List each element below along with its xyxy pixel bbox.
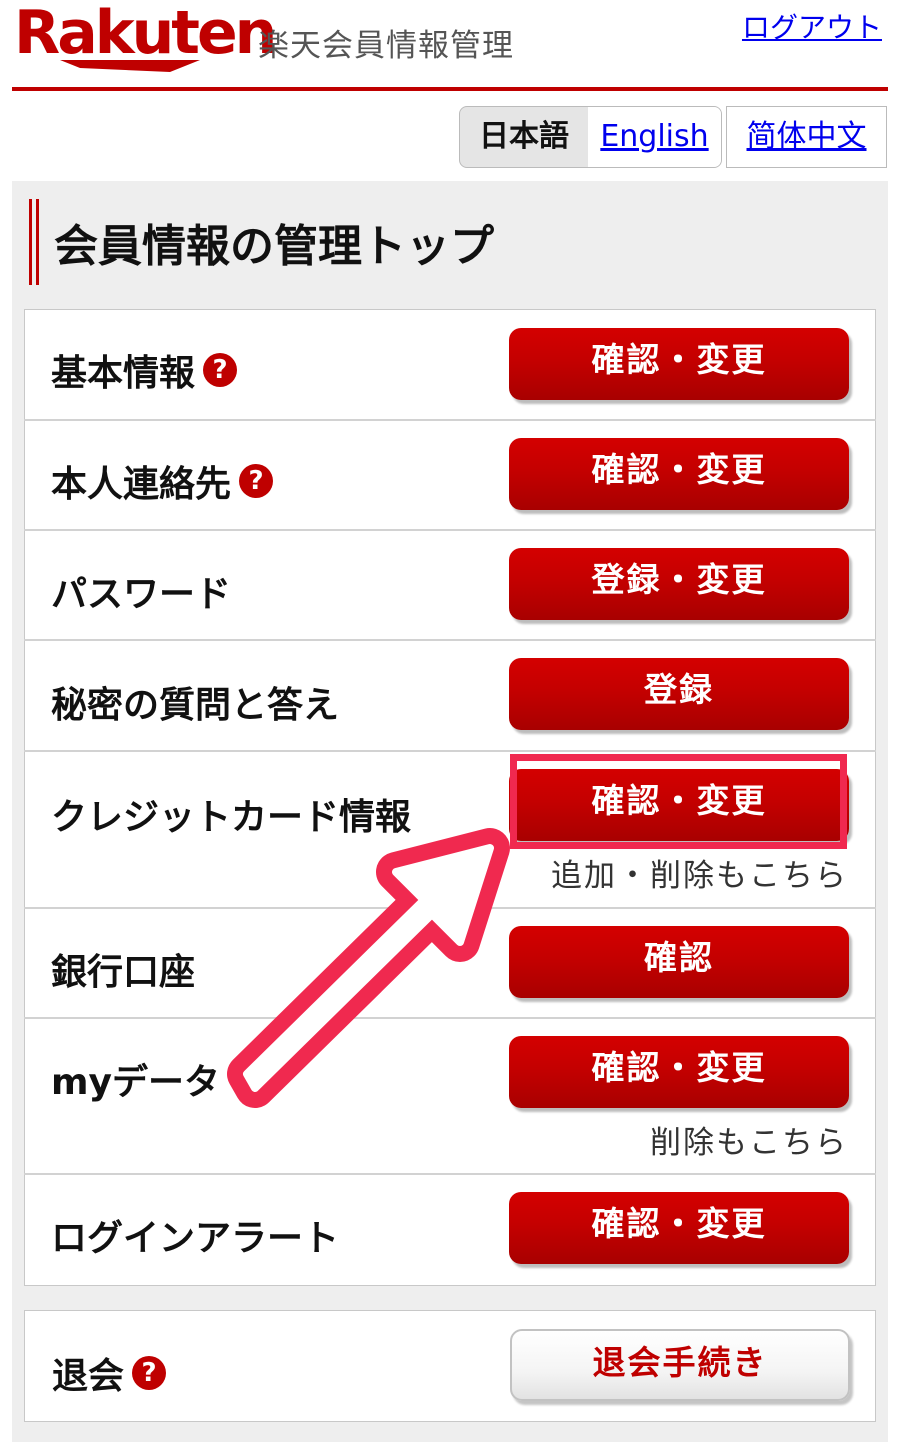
menu-label-bank-account: 銀行口座 [51,952,196,993]
menu-row-bank-account: 銀行口座 確認 [24,909,876,1019]
language-link-chinese[interactable]: 简体中文 [726,106,887,168]
menu-row-label: 本人連絡先 ? [51,455,274,507]
withdraw-procedure-button[interactable]: 退会手続き [510,1329,850,1401]
header-divider [12,87,888,91]
menu-label-my-data: myデータ [51,1062,220,1103]
menu-label-basic-info: 基本情報 [51,353,196,394]
withdraw-section: 退会 ? 退会手続き [24,1310,876,1422]
help-icon[interactable]: ? [203,353,238,387]
menu-row-credit-card: クレジットカード情報 確認・変更 追加・削除もこちら [24,752,876,909]
title-accent-bar [36,199,39,285]
menu-row-secret-question: 秘密の質問と答え 登録 [24,641,876,752]
confirm-change-button-contact[interactable]: 確認・変更 [509,438,849,510]
help-icon[interactable]: ? [239,464,274,498]
withdraw-label: 退会 [52,1356,125,1397]
menu-label-secret-question: 秘密の質問と答え [51,685,340,726]
menu-label-password: パスワード [51,574,232,615]
menu-label-login-alert: ログインアラート [51,1218,340,1259]
logo-swoosh-icon [60,60,200,72]
help-icon[interactable]: ? [132,1356,167,1390]
language-current-japanese: 日本語 [479,119,569,154]
logout-link[interactable]: ログアウト [742,6,882,46]
page-title: 会員情報の管理トップ [54,221,494,272]
site-title: 楽天会員情報管理 [258,28,514,64]
confirm-change-button-basic-info[interactable]: 確認・変更 [509,328,849,400]
confirm-change-button-my-data[interactable]: 確認・変更 [509,1036,849,1108]
confirm-button-bank-account[interactable]: 確認 [509,926,849,998]
withdraw-label-group: 退会 ? [52,1347,167,1399]
my-data-note: 削除もこちら [650,1125,848,1161]
confirm-change-button-login-alert[interactable]: 確認・変更 [509,1192,849,1264]
menu-label-contact: 本人連絡先 [51,464,232,505]
confirm-change-button-credit-card[interactable]: 確認・変更 [509,769,849,841]
menu-row-login-alert: ログインアラート 確認・変更 [24,1175,876,1285]
register-change-button-password[interactable]: 登録・変更 [509,548,849,620]
menu-row-contact: 本人連絡先 ? 確認・変更 [24,421,876,531]
register-button-secret-question[interactable]: 登録 [509,658,849,730]
header: Rakuten 楽天会員情報管理 ログアウト [0,0,900,92]
language-switcher: 日本語 English [459,106,722,168]
language-link-english[interactable]: English [588,107,721,167]
menu-row-password: パスワード 登録・変更 [24,531,876,641]
menu-row-label: 基本情報 ? [51,344,238,396]
credit-card-note: 追加・削除もこちら [551,858,848,894]
menu-row-basic-info: 基本情報 ? 確認・変更 [24,310,876,421]
menu-label-credit-card: クレジットカード情報 [51,797,412,838]
title-accent-bar [29,199,32,285]
menu-row-my-data: myデータ 確認・変更 削除もこちら [24,1019,876,1175]
